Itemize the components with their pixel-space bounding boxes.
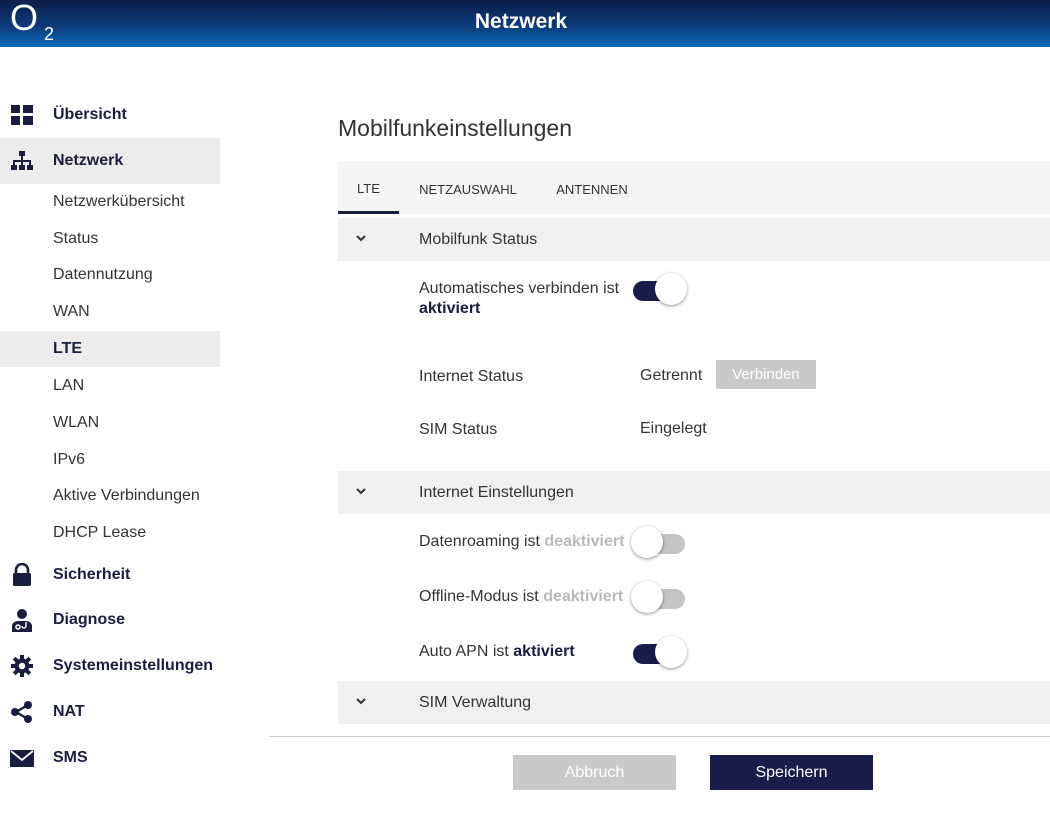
sidebar-subitem-label: Datennutzung [53, 266, 153, 283]
sidebar-item-diagnose[interactable]: Diagnose [0, 597, 220, 643]
toggle-knob [655, 273, 687, 305]
sidebar-subitem-label: LTE [53, 340, 83, 357]
sidebar-item-label: Sicherheit [53, 566, 131, 583]
tab-bar: LTE NETZAUSWAHL ANTENNEN [338, 161, 1050, 214]
sidebar-item-label: Systemeinstellungen [53, 657, 214, 674]
sidebar-item-label: Diagnose [53, 611, 126, 628]
sim-status-label: SIM Status [419, 421, 498, 438]
sidebar-subitem-datennutzung[interactable]: Datennutzung [0, 257, 220, 293]
sidebar-subitem-label: LAN [53, 377, 85, 394]
sidebar-subitem-lan[interactable]: LAN [0, 368, 220, 404]
offline-modus-label: Offline-Modus ist deaktiviert [419, 588, 624, 605]
offline-modus-toggle[interactable] [631, 581, 687, 615]
auto-apn-state: aktiviert [513, 643, 575, 660]
datenroaming-state: deaktiviert [544, 533, 625, 550]
sidebar-subitem-dhcp-lease[interactable]: DHCP Lease [0, 515, 220, 551]
sidebar-subitem-ipv6[interactable]: IPv6 [0, 442, 220, 478]
header-title: Netzwerk [474, 10, 568, 33]
top-header: O 2 Netzwerk [0, 0, 1050, 47]
tab-netzauswahl[interactable]: NETZAUSWAHL [410, 161, 526, 214]
section-title: SIM Verwaltung [419, 694, 532, 711]
section-title: Mobilfunk Status [419, 231, 538, 248]
chevron-down-icon [356, 698, 366, 705]
sidebar-subitem-label: DHCP Lease [53, 524, 147, 541]
toggle-knob [631, 526, 663, 558]
sim-status-value: Eingelegt [640, 420, 707, 437]
auto-connect-state: aktiviert [419, 300, 481, 317]
sidebar-item-sms[interactable]: SMS [0, 735, 220, 781]
doctor-icon [12, 609, 32, 632]
sidebar-subitem-label: Aktive Verbindungen [53, 487, 200, 504]
share-icon [11, 701, 32, 723]
offline-modus-state: deaktiviert [543, 588, 624, 605]
internet-status-value: Getrennt [640, 367, 703, 384]
page-title: Mobilfunkeinstellungen [338, 115, 572, 141]
sidebar-item-uebersicht[interactable]: Übersicht [0, 92, 220, 138]
sidebar-item-systemeinstellungen[interactable]: Systemeinstellungen [0, 643, 220, 689]
auto-apn-toggle[interactable] [631, 636, 687, 670]
sidebar-subitem-label: IPv6 [53, 451, 86, 468]
datenroaming-label: Datenroaming ist deaktiviert [419, 533, 625, 550]
sidebar-item-label: Netzwerk [53, 152, 124, 169]
sidebar-item-label: SMS [53, 749, 88, 766]
internet-status-label: Internet Status [419, 368, 524, 385]
section-header-internet-einstellungen[interactable]: Internet Einstellungen [338, 471, 1050, 514]
auto-apn-label: Auto APN ist aktiviert [419, 643, 575, 660]
sidebar-item-netzwerk[interactable]: Netzwerk [0, 138, 220, 184]
tab-antennen[interactable]: ANTENNEN [542, 161, 642, 214]
sidebar-subitem-wlan[interactable]: WLAN [0, 405, 220, 441]
toggle-knob [655, 636, 687, 668]
sidebar-item-nat[interactable]: NAT [0, 689, 220, 735]
sidebar-subitem-netzwerkuebersicht[interactable]: Netzwerkübersicht [0, 184, 220, 220]
footer-divider [269, 736, 1050, 737]
section-title: Internet Einstellungen [419, 484, 574, 501]
sidebar-item-sicherheit[interactable]: Sicherheit [0, 552, 220, 598]
sidebar-item-label: Übersicht [53, 106, 127, 123]
dashboard-grid-icon [11, 105, 33, 125]
save-button[interactable]: Speichern [710, 755, 873, 790]
sidebar-item-label: NAT [53, 703, 85, 720]
sidebar-subitem-lte[interactable]: LTE [0, 331, 220, 367]
section-header-mobilfunk-status[interactable]: Mobilfunk Status [338, 218, 1050, 261]
lock-icon [13, 563, 31, 586]
cancel-button[interactable]: Abbruch [513, 755, 676, 790]
sidebar-subitem-status[interactable]: Status [0, 221, 220, 257]
sidebar-subitem-label: WLAN [53, 414, 100, 431]
datenroaming-toggle[interactable] [631, 526, 687, 560]
sidebar-subitem-aktive-verbindungen[interactable]: Aktive Verbindungen [0, 478, 220, 514]
sidebar-subitem-label: Status [53, 230, 99, 247]
sidebar-subitem-label: Netzwerkübersicht [53, 193, 185, 210]
envelope-icon [10, 750, 34, 767]
connect-button[interactable]: Verbinden [716, 360, 816, 389]
gear-icon [11, 655, 33, 677]
section-header-sim-verwaltung[interactable]: SIM Verwaltung [338, 681, 1050, 724]
network-tree-icon [11, 151, 33, 170]
auto-connect-toggle[interactable] [631, 273, 687, 307]
sidebar-subitem-label: WAN [53, 303, 90, 320]
tab-lte[interactable]: LTE [338, 161, 399, 214]
toggle-knob [631, 581, 663, 613]
auto-connect-label: Automatisches verbinden ist aktiviert [419, 280, 620, 317]
chevron-down-icon [356, 488, 366, 495]
chevron-down-icon [356, 235, 366, 242]
sidebar-subitem-wan[interactable]: WAN [0, 294, 220, 330]
